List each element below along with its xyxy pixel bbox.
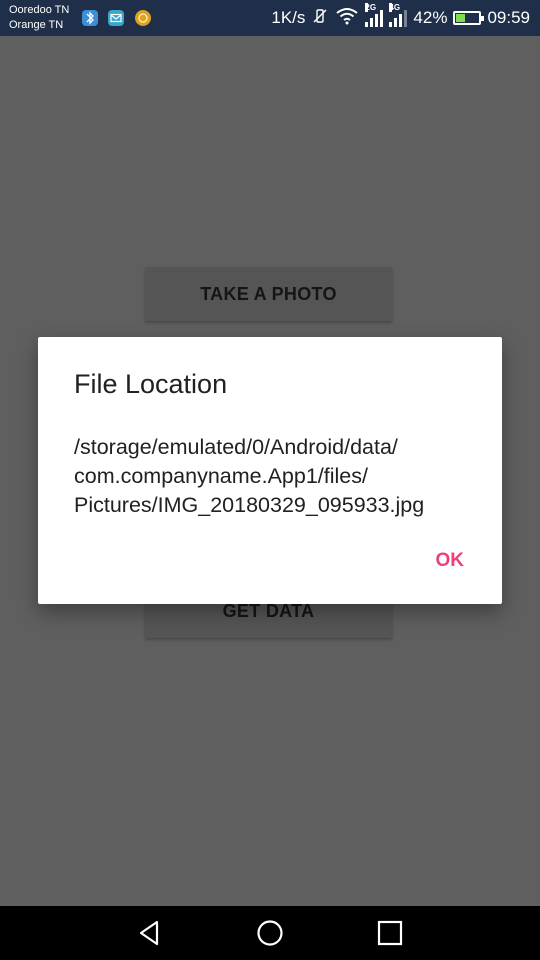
signal-2g-tag: 2G [365, 3, 377, 12]
carrier-2: Orange TN [9, 19, 64, 31]
bluetooth-app-icon [82, 10, 98, 26]
status-indicators: 1K/s 2G 4G 42% 09:59 [271, 0, 530, 36]
mail-icon [108, 10, 124, 26]
dialog-title: File Location [74, 369, 228, 399]
dialog-message: /storage/emulated/0/Android/data/ com.co… [74, 435, 425, 517]
signal-4g-icon: 4G [389, 3, 408, 27]
carrier-labels: Ooredoo TN Orange TN [9, 3, 69, 33]
file-location-dialog: File Location /storage/emulated/0/Androi… [38, 337, 502, 604]
wifi-icon [335, 7, 359, 30]
battery-icon [453, 11, 485, 25]
home-icon[interactable] [255, 918, 285, 948]
coin-icon [135, 10, 151, 26]
carrier-1: Ooredoo TN [9, 4, 70, 16]
signal-2g-icon: 2G [365, 3, 384, 27]
signal-4g-tag: 4G [389, 3, 401, 12]
ok-button[interactable]: OK [436, 550, 465, 572]
back-icon[interactable] [135, 918, 165, 948]
recents-icon[interactable] [375, 918, 405, 948]
network-speed: 1K/s [271, 8, 306, 27]
take-photo-button[interactable]: TAKE A PHOTO [145, 267, 392, 321]
vibrate-off-icon [311, 7, 329, 30]
battery-percent: 42% [413, 8, 448, 27]
status-bar: Ooredoo TN Orange TN 1K/s 2G 4G 42% 09:5… [0, 0, 540, 36]
clock: 09:59 [487, 8, 530, 27]
navigation-bar [0, 906, 540, 960]
